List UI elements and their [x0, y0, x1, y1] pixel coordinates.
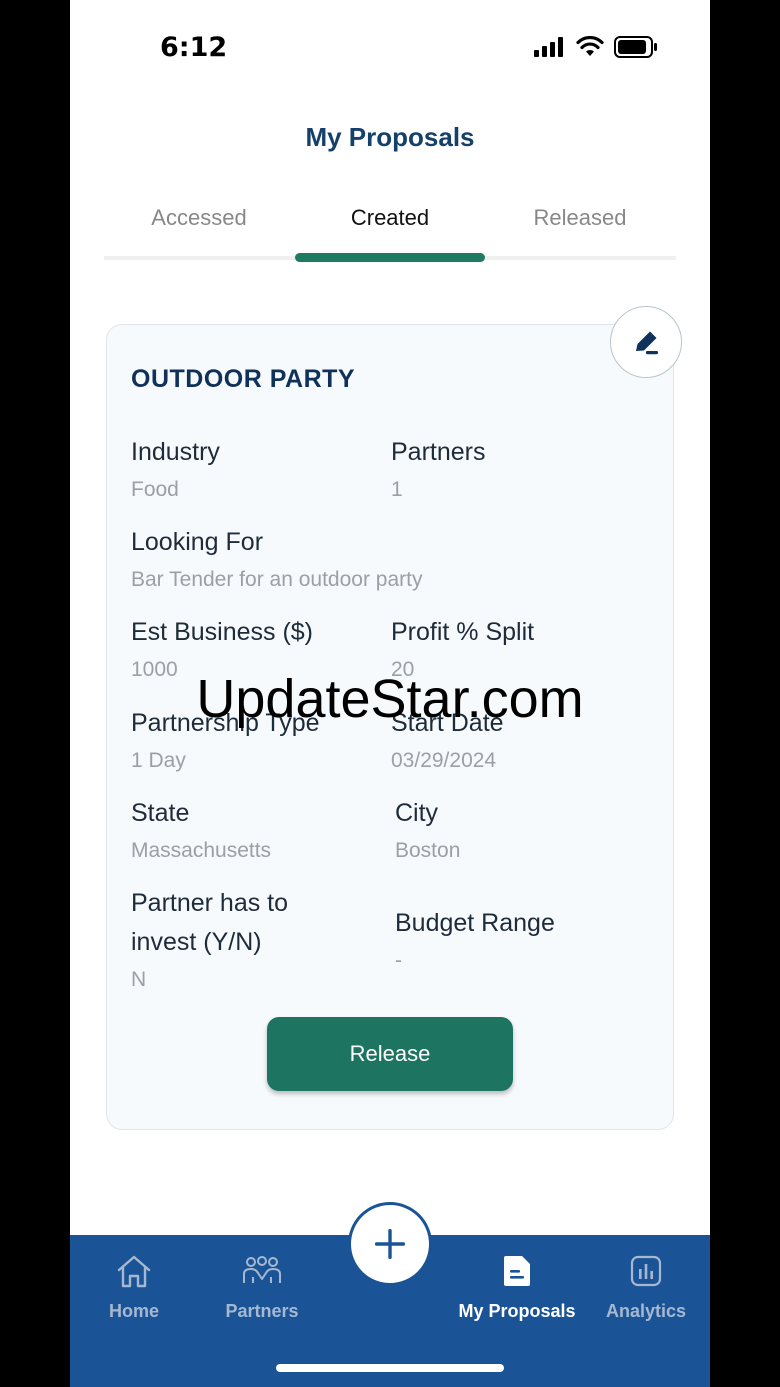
state-label: State: [131, 799, 190, 827]
phone-screen: 6:12 My Proposals Accessed Created Relea…: [70, 0, 710, 1387]
cellular-signal-icon: [534, 37, 563, 57]
profit-split-label: Profit % Split: [391, 618, 535, 646]
proposal-card: OUTDOOR PARTY Industry Food Partners 1 L…: [106, 324, 674, 1130]
industry-value: Food: [131, 478, 179, 501]
battery-icon: [614, 36, 657, 58]
pencil-icon: [636, 331, 658, 355]
status-time: 6:12: [160, 32, 228, 63]
nav-analytics[interactable]: Analytics: [576, 1249, 710, 1322]
active-tab-indicator: [295, 253, 485, 262]
est-business-value: 1000: [131, 658, 178, 681]
status-icons: [534, 36, 658, 58]
invest-label-line1: Partner has to: [131, 889, 289, 917]
est-business-label: Est Business ($): [131, 618, 314, 646]
tab-created[interactable]: Created: [295, 196, 485, 240]
home-icon: [117, 1255, 151, 1288]
nav-analytics-label: Analytics: [605, 1301, 687, 1321]
budget-range-value: -: [395, 949, 402, 972]
budget-range-label: Budget Range: [395, 909, 555, 937]
document-icon: [504, 1256, 530, 1286]
partners-label: Partners: [391, 438, 486, 466]
chart-icon: [630, 1255, 662, 1287]
tab-released[interactable]: Released: [485, 196, 675, 240]
status-bar: 6:12: [70, 0, 710, 96]
looking-for-label: Looking For: [131, 528, 264, 556]
proposal-title: OUTDOOR PARTY: [131, 365, 356, 393]
invest-value: N: [131, 968, 147, 991]
release-button[interactable]: Release: [267, 1017, 513, 1091]
city-value: Boston: [395, 839, 461, 862]
invest-label-line2: invest (Y/N): [131, 928, 262, 956]
nav-partners-label: Partners: [225, 1301, 299, 1321]
nav-partners[interactable]: Partners: [192, 1249, 332, 1322]
partnership-type-label: Partnership Type: [131, 709, 320, 737]
start-date-value: 03/29/2024: [391, 749, 497, 772]
people-icon: [243, 1256, 281, 1283]
home-indicator: [276, 1364, 504, 1372]
city-label: City: [395, 799, 439, 827]
looking-for-value: Bar Tender for an outdoor party: [131, 568, 423, 591]
industry-label: Industry: [131, 438, 220, 466]
plus-icon: [375, 1229, 405, 1259]
nav-home-label: Home: [108, 1301, 159, 1321]
nav-my-proposals-label: My Proposals: [458, 1301, 576, 1321]
partnership-type-value: 1 Day: [131, 749, 186, 772]
profit-split-value: 20: [391, 658, 415, 681]
nav-my-proposals[interactable]: My Proposals: [447, 1249, 587, 1322]
partners-value: 1: [391, 478, 403, 501]
nav-home[interactable]: Home: [70, 1249, 204, 1322]
tab-accessed[interactable]: Accessed: [104, 196, 294, 240]
edit-proposal-button[interactable]: [610, 306, 682, 378]
start-date-label: Start Date: [391, 709, 504, 737]
proposal-tabs: Accessed Created Released: [104, 196, 676, 262]
page-title: My Proposals: [305, 122, 475, 152]
add-proposal-button[interactable]: [348, 1202, 432, 1286]
wifi-icon: [576, 36, 604, 56]
state-value: Massachusetts: [131, 839, 272, 862]
